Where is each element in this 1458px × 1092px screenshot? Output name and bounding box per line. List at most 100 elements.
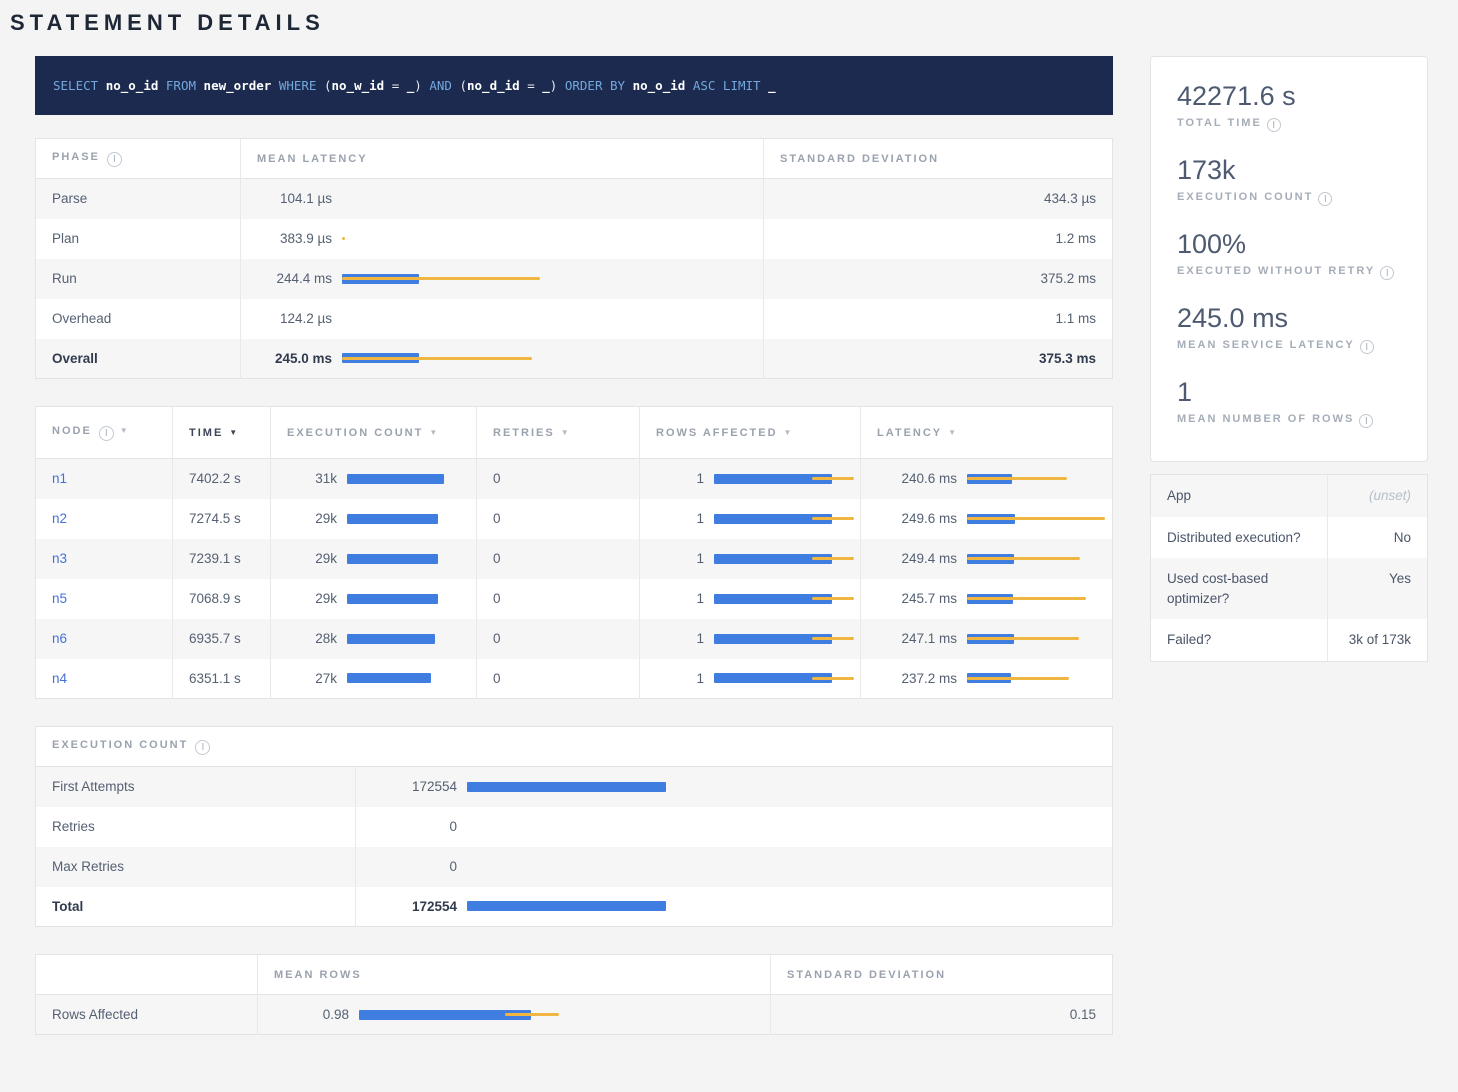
sort-arrow-icon[interactable]: ▼: [120, 426, 130, 435]
node-retries-value: 0: [477, 659, 640, 699]
rows-affected-bar-track: [714, 671, 844, 685]
execution-count-bar-track: [347, 671, 460, 685]
rows-affected-value: 1: [656, 631, 704, 646]
latency-stddev-line: [967, 477, 1067, 480]
sort-arrow-icon[interactable]: ▼: [229, 428, 239, 437]
blank-column-header: [36, 955, 258, 995]
phase-name: Run: [36, 259, 241, 299]
node-latency-cell: 237.2 ms: [861, 659, 1113, 699]
node-execution-count-cell: 31k: [271, 459, 477, 499]
node-rows-affected-cell: 1: [640, 659, 861, 699]
node-row: n3 7239.1 s 29k 0 1 249.4 ms: [36, 539, 1113, 579]
node-link[interactable]: n3: [52, 551, 67, 566]
attribute-label: App: [1151, 475, 1328, 517]
sort-arrow-icon[interactable]: ▼: [429, 428, 439, 437]
sort-arrow-icon[interactable]: ▼: [948, 428, 958, 437]
execution-count-row: Total 172554: [36, 887, 1113, 927]
per-node-stats-table: Nodei▼ Time▼ Execution Count▼ Retries▼ R…: [35, 406, 1113, 699]
node-execution-count-cell: 27k: [271, 659, 477, 699]
mean-rows-column-header: Mean Rows: [258, 955, 771, 995]
sort-arrow-icon[interactable]: ▼: [784, 428, 794, 437]
execution-count-mean-bar: [347, 594, 438, 604]
summary-stat: 173k Execution Counti: [1177, 155, 1401, 206]
attribute-row: Distributed execution? No: [1151, 517, 1428, 559]
rows-affected-bar-track: [714, 552, 844, 566]
sql-token: ORDER BY: [565, 78, 633, 93]
node-link[interactable]: n4: [52, 671, 67, 686]
node-time-value: 7274.5 s: [173, 499, 271, 539]
latency-stddev-line: [967, 637, 1079, 640]
node-row: n4 6351.1 s 27k 0 1 237.2 ms: [36, 659, 1113, 699]
sql-token: _: [542, 78, 550, 93]
latency-bar-track: [967, 671, 1096, 685]
node-retries-value: 0: [477, 459, 640, 499]
node-rows-affected-cell: 1: [640, 579, 861, 619]
sql-token: no_o_id: [633, 78, 693, 93]
latency-value: 237.2 ms: [877, 671, 957, 686]
latency-value: 249.4 ms: [877, 551, 957, 566]
info-icon[interactable]: i: [107, 152, 122, 167]
info-icon[interactable]: i: [1380, 266, 1394, 280]
info-icon[interactable]: i: [1267, 118, 1281, 132]
rows-affected-stddev-line: [812, 637, 854, 640]
node-time-value: 6935.7 s: [173, 619, 271, 659]
node-link[interactable]: n6: [52, 631, 67, 646]
phase-latency-table: Phasei Mean Latency Standard Deviation P…: [35, 138, 1113, 379]
rows-standard-deviation-value: 0.15: [771, 995, 1113, 1035]
sql-token: _: [768, 78, 776, 93]
info-icon[interactable]: i: [1318, 192, 1332, 206]
latency-value: 249.6 ms: [877, 511, 957, 526]
sql-token: (: [324, 78, 332, 93]
attribute-label: Used cost-based optimizer?: [1151, 558, 1328, 619]
node-execution-count-cell: 28k: [271, 619, 477, 659]
sql-token: new_order: [204, 78, 279, 93]
rows-affected-table: Mean Rows Standard Deviation Rows Affect…: [35, 954, 1113, 1035]
mean-latency-stddev-line: [342, 237, 345, 240]
summary-stat: 42271.6 s Total Timei: [1177, 81, 1401, 132]
info-icon[interactable]: i: [99, 426, 114, 441]
node-link[interactable]: n5: [52, 591, 67, 606]
execution-count-value: 27k: [287, 671, 337, 686]
phase-row: Run 244.4 ms 375.2 ms: [36, 259, 1113, 299]
node-table-header-execution-count[interactable]: Execution Count▼: [271, 407, 477, 459]
standard-deviation-value: 434.3 µs: [764, 179, 1113, 219]
execution-count-row: Max Retries 0: [36, 847, 1113, 887]
execution-count-row-label: Max Retries: [36, 847, 356, 887]
execution-count-row-value: 172554: [372, 899, 457, 914]
info-icon[interactable]: i: [1360, 340, 1374, 354]
node-table-header-latency[interactable]: Latency▼: [861, 407, 1113, 459]
node-link[interactable]: n2: [52, 511, 67, 526]
execution-count-row-label: Retries: [36, 807, 356, 847]
execution-count-row-label: Total: [36, 887, 356, 927]
sql-token: FROM: [166, 78, 204, 93]
sort-arrow-icon[interactable]: ▼: [561, 428, 571, 437]
summary-stat-label: Mean Service Latencyi: [1177, 339, 1401, 354]
statement-summary-card: 42271.6 s Total Timei 173k Execution Cou…: [1150, 56, 1428, 462]
latency-stddev-line: [967, 677, 1069, 680]
sql-token: =: [384, 78, 407, 93]
node-table-header-retries[interactable]: Retries▼: [477, 407, 640, 459]
standard-deviation-value: 1.2 ms: [764, 219, 1113, 259]
rows-affected-value: 1: [656, 471, 704, 486]
node-table-header-node[interactable]: Nodei▼: [36, 407, 173, 459]
phase-name: Plan: [36, 219, 241, 259]
node-row: n5 7068.9 s 29k 0 1 245.7 ms: [36, 579, 1113, 619]
execution-count-mean-bar: [467, 901, 666, 911]
execution-count-row: First Attempts 172554: [36, 767, 1113, 807]
mean-rows-value: 0.98: [274, 1007, 349, 1022]
latency-value: 240.6 ms: [877, 471, 957, 486]
rows-affected-row-label: Rows Affected: [36, 995, 258, 1035]
node-retries-value: 0: [477, 619, 640, 659]
node-table-header-rows-affected[interactable]: Rows Affected▼: [640, 407, 861, 459]
attribute-row: Used cost-based optimizer? Yes: [1151, 558, 1428, 619]
attribute-value: Yes: [1328, 558, 1428, 619]
mean-latency-cell: 245.0 ms: [241, 339, 764, 379]
node-link[interactable]: n1: [52, 471, 67, 486]
mean-latency-stddev-line: [342, 357, 532, 360]
latency-value: 245.7 ms: [877, 591, 957, 606]
rows-affected-stddev-line: [812, 677, 854, 680]
info-icon[interactable]: i: [195, 740, 210, 755]
rows-affected-value: 1: [656, 551, 704, 566]
info-icon[interactable]: i: [1359, 414, 1373, 428]
node-table-header-time[interactable]: Time▼: [173, 407, 271, 459]
